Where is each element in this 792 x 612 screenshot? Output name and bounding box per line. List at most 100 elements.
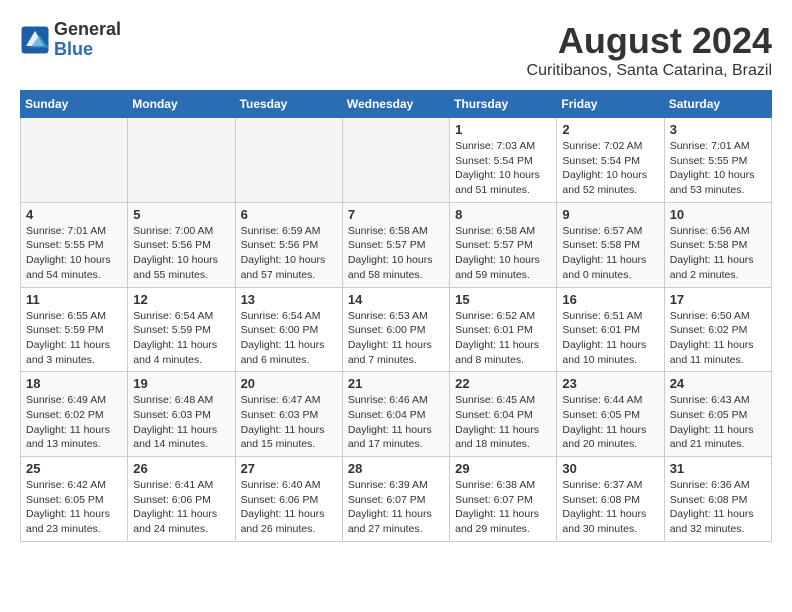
week-row-2: 4 Sunrise: 7:01 AMSunset: 5:55 PMDaylight… xyxy=(21,202,772,287)
day-info: Sunrise: 6:52 AMSunset: 6:01 PMDaylight:… xyxy=(455,309,551,368)
day-number: 29 xyxy=(455,461,551,476)
calendar-cell: 26Sunrise: 6:41 AMSunset: 6:06 PMDayligh… xyxy=(128,457,235,542)
calendar-cell: 11 Sunrise: 6:55 AMSunset: 5:59 PMDayligh… xyxy=(21,287,128,372)
day-info: Sunrise: 7:01 AMSunset: 5:55 PMDaylight:… xyxy=(670,139,766,198)
day-number: 11 xyxy=(26,292,122,307)
calendar-cell: 3 Sunrise: 7:01 AMSunset: 5:55 PMDaylight… xyxy=(664,118,771,203)
calendar-cell: 23 Sunrise: 6:44 AMSunset: 6:05 PMDayligh… xyxy=(557,372,664,457)
logo-blue-text: Blue xyxy=(54,40,121,60)
calendar-cell: 6 Sunrise: 6:59 AMSunset: 5:56 PMDaylight… xyxy=(235,202,342,287)
day-info: Sunrise: 6:37 AMSunset: 6:08 PMDaylight:… xyxy=(562,478,658,537)
weekday-tuesday: Tuesday xyxy=(235,91,342,118)
calendar-cell: 10 Sunrise: 6:56 AMSunset: 5:58 PMDayligh… xyxy=(664,202,771,287)
calendar-cell: 2 Sunrise: 7:02 AMSunset: 5:54 PMDaylight… xyxy=(557,118,664,203)
day-info: Sunrise: 7:03 AMSunset: 5:54 PMDaylight:… xyxy=(455,139,551,198)
day-number: 7 xyxy=(348,207,444,222)
day-info: Sunrise: 7:00 AMSunset: 5:56 PMDaylight:… xyxy=(133,224,229,283)
day-info: Sunrise: 6:59 AMSunset: 5:56 PMDaylight:… xyxy=(241,224,337,283)
day-info: Sunrise: 6:49 AMSunset: 6:02 PMDaylight:… xyxy=(26,393,122,452)
day-number: 19 xyxy=(133,376,229,391)
day-number: 9 xyxy=(562,207,658,222)
day-number: 15 xyxy=(455,292,551,307)
day-number: 25 xyxy=(26,461,122,476)
week-row-1: 1 Sunrise: 7:03 AMSunset: 5:54 PMDaylight… xyxy=(21,118,772,203)
day-number: 21 xyxy=(348,376,444,391)
day-number: 2 xyxy=(562,122,658,137)
week-row-4: 18 Sunrise: 6:49 AMSunset: 6:02 PMDayligh… xyxy=(21,372,772,457)
day-info: Sunrise: 6:56 AMSunset: 5:58 PMDaylight:… xyxy=(670,224,766,283)
day-info: Sunrise: 6:39 AMSunset: 6:07 PMDaylight:… xyxy=(348,478,444,537)
day-info: Sunrise: 6:45 AMSunset: 6:04 PMDaylight:… xyxy=(455,393,551,452)
calendar-cell: 7 Sunrise: 6:58 AMSunset: 5:57 PMDaylight… xyxy=(342,202,449,287)
day-number: 8 xyxy=(455,207,551,222)
weekday-header-row: SundayMondayTuesdayWednesdayThursdayFrid… xyxy=(21,91,772,118)
day-info: Sunrise: 6:50 AMSunset: 6:02 PMDaylight:… xyxy=(670,309,766,368)
calendar-cell: 13Sunrise: 6:54 AMSunset: 6:00 PMDayligh… xyxy=(235,287,342,372)
calendar-cell xyxy=(342,118,449,203)
logo-text: General Blue xyxy=(54,20,121,60)
day-info: Sunrise: 6:48 AMSunset: 6:03 PMDaylight:… xyxy=(133,393,229,452)
calendar-cell: 24Sunrise: 6:43 AMSunset: 6:05 PMDayligh… xyxy=(664,372,771,457)
day-number: 6 xyxy=(241,207,337,222)
day-info: Sunrise: 6:46 AMSunset: 6:04 PMDaylight:… xyxy=(348,393,444,452)
calendar-cell: 12 Sunrise: 6:54 AMSunset: 5:59 PMDayligh… xyxy=(128,287,235,372)
calendar-cell: 16Sunrise: 6:51 AMSunset: 6:01 PMDayligh… xyxy=(557,287,664,372)
day-info: Sunrise: 6:40 AMSunset: 6:06 PMDaylight:… xyxy=(241,478,337,537)
calendar-cell: 8 Sunrise: 6:58 AMSunset: 5:57 PMDaylight… xyxy=(450,202,557,287)
calendar-cell: 19 Sunrise: 6:48 AMSunset: 6:03 PMDayligh… xyxy=(128,372,235,457)
logo-general-text: General xyxy=(54,20,121,40)
calendar-cell: 27 Sunrise: 6:40 AMSunset: 6:06 PMDayligh… xyxy=(235,457,342,542)
logo: General Blue xyxy=(20,20,121,60)
calendar-cell: 31Sunrise: 6:36 AMSunset: 6:08 PMDayligh… xyxy=(664,457,771,542)
day-info: Sunrise: 6:47 AMSunset: 6:03 PMDaylight:… xyxy=(241,393,337,452)
weekday-monday: Monday xyxy=(128,91,235,118)
day-number: 5 xyxy=(133,207,229,222)
week-row-3: 11 Sunrise: 6:55 AMSunset: 5:59 PMDayligh… xyxy=(21,287,772,372)
day-number: 26 xyxy=(133,461,229,476)
day-number: 10 xyxy=(670,207,766,222)
day-number: 18 xyxy=(26,376,122,391)
calendar-cell xyxy=(128,118,235,203)
calendar-cell: 15 Sunrise: 6:52 AMSunset: 6:01 PMDayligh… xyxy=(450,287,557,372)
calendar-cell xyxy=(235,118,342,203)
month-title: August 2024 xyxy=(527,20,772,62)
day-number: 3 xyxy=(670,122,766,137)
day-info: Sunrise: 6:43 AMSunset: 6:05 PMDaylight:… xyxy=(670,393,766,452)
weekday-wednesday: Wednesday xyxy=(342,91,449,118)
day-info: Sunrise: 6:58 AMSunset: 5:57 PMDaylight:… xyxy=(455,224,551,283)
day-number: 12 xyxy=(133,292,229,307)
calendar-cell: 17Sunrise: 6:50 AMSunset: 6:02 PMDayligh… xyxy=(664,287,771,372)
day-number: 27 xyxy=(241,461,337,476)
weekday-saturday: Saturday xyxy=(664,91,771,118)
day-info: Sunrise: 6:54 AMSunset: 5:59 PMDaylight:… xyxy=(133,309,229,368)
day-info: Sunrise: 6:54 AMSunset: 6:00 PMDaylight:… xyxy=(241,309,337,368)
weekday-sunday: Sunday xyxy=(21,91,128,118)
day-info: Sunrise: 6:58 AMSunset: 5:57 PMDaylight:… xyxy=(348,224,444,283)
page-header: General Blue August 2024 Curitibanos, Sa… xyxy=(20,20,772,80)
day-info: Sunrise: 7:02 AMSunset: 5:54 PMDaylight:… xyxy=(562,139,658,198)
calendar-cell: 25 Sunrise: 6:42 AMSunset: 6:05 PMDayligh… xyxy=(21,457,128,542)
day-info: Sunrise: 6:55 AMSunset: 5:59 PMDaylight:… xyxy=(26,309,122,368)
calendar-cell: 29 Sunrise: 6:38 AMSunset: 6:07 PMDayligh… xyxy=(450,457,557,542)
calendar-table: SundayMondayTuesdayWednesdayThursdayFrid… xyxy=(20,90,772,542)
logo-icon xyxy=(20,25,50,55)
day-info: Sunrise: 6:38 AMSunset: 6:07 PMDaylight:… xyxy=(455,478,551,537)
calendar-cell: 5 Sunrise: 7:00 AMSunset: 5:56 PMDaylight… xyxy=(128,202,235,287)
weekday-thursday: Thursday xyxy=(450,91,557,118)
day-info: Sunrise: 7:01 AMSunset: 5:55 PMDaylight:… xyxy=(26,224,122,283)
day-number: 22 xyxy=(455,376,551,391)
calendar-cell: 30Sunrise: 6:37 AMSunset: 6:08 PMDayligh… xyxy=(557,457,664,542)
day-info: Sunrise: 6:53 AMSunset: 6:00 PMDaylight:… xyxy=(348,309,444,368)
day-info: Sunrise: 6:57 AMSunset: 5:58 PMDaylight:… xyxy=(562,224,658,283)
day-info: Sunrise: 6:44 AMSunset: 6:05 PMDaylight:… xyxy=(562,393,658,452)
day-number: 23 xyxy=(562,376,658,391)
day-number: 1 xyxy=(455,122,551,137)
day-number: 4 xyxy=(26,207,122,222)
day-info: Sunrise: 6:51 AMSunset: 6:01 PMDaylight:… xyxy=(562,309,658,368)
day-info: Sunrise: 6:42 AMSunset: 6:05 PMDaylight:… xyxy=(26,478,122,537)
day-info: Sunrise: 6:36 AMSunset: 6:08 PMDaylight:… xyxy=(670,478,766,537)
title-area: August 2024 Curitibanos, Santa Catarina,… xyxy=(527,20,772,80)
weekday-friday: Friday xyxy=(557,91,664,118)
day-number: 20 xyxy=(241,376,337,391)
calendar-cell: 22 Sunrise: 6:45 AMSunset: 6:04 PMDayligh… xyxy=(450,372,557,457)
